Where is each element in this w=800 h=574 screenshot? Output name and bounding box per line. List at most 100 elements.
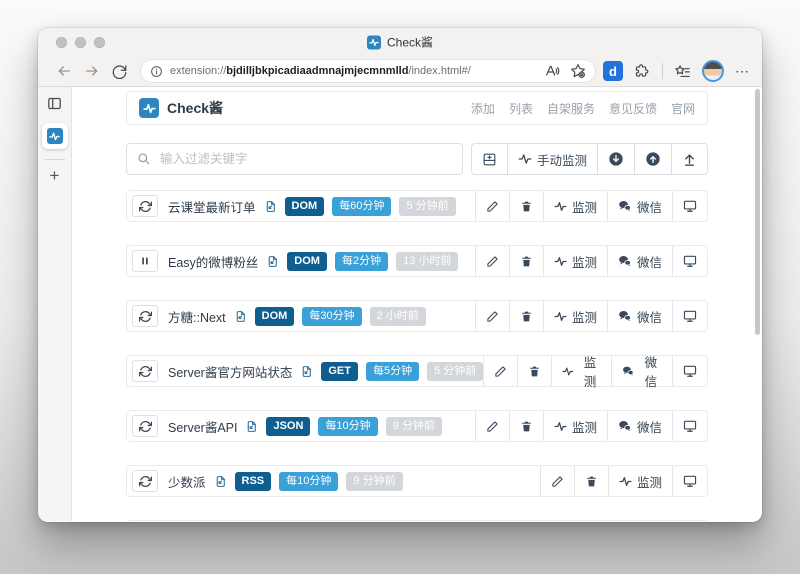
row-state-button[interactable]: [132, 415, 158, 437]
preview-button[interactable]: [672, 191, 707, 221]
d-extension-icon[interactable]: d: [603, 61, 623, 81]
checkjiang-favicon-icon: [46, 128, 63, 144]
delete-button[interactable]: [508, 246, 543, 276]
wechat-button[interactable]: 微信: [606, 411, 672, 441]
monitor-button[interactable]: 监测: [542, 246, 607, 276]
last-run-badge: 5 分钟前: [399, 196, 456, 216]
open-page-icon[interactable]: [266, 255, 279, 268]
close-button[interactable]: [56, 36, 67, 48]
monitor-screen-icon: [683, 475, 697, 487]
site-info-icon[interactable]: [150, 65, 163, 78]
forward-button[interactable]: [84, 63, 100, 79]
zoom-button[interactable]: [94, 36, 105, 48]
delete-button[interactable]: [517, 356, 551, 386]
nav-feedback-link[interactable]: 意见反馈: [609, 100, 657, 117]
preview-button[interactable]: [672, 466, 707, 496]
sync-icon: [138, 200, 152, 212]
preview-button[interactable]: [672, 301, 707, 331]
open-page-icon[interactable]: [245, 420, 258, 433]
monitor-label: 监测: [636, 475, 662, 490]
pulse-icon: [554, 421, 567, 431]
wechat-icon: [619, 421, 631, 432]
nav-website-link[interactable]: 官网: [671, 100, 695, 117]
vertical-tabs-toggle-icon[interactable]: [46, 95, 63, 112]
monitor-button[interactable]: 监测: [542, 411, 607, 441]
preview-button[interactable]: [672, 411, 707, 441]
wechat-icon: [623, 366, 634, 376]
minimize-button[interactable]: [75, 36, 86, 48]
read-aloud-icon[interactable]: [544, 63, 560, 79]
add-panel-button[interactable]: [470, 143, 508, 175]
monitor-screen-icon: [683, 310, 697, 322]
row-title: Easy的微博粉丝: [168, 255, 259, 270]
monitor-label: 监测: [571, 420, 597, 435]
pencil-icon: [487, 255, 498, 267]
nav-list-link[interactable]: 列表: [509, 100, 533, 117]
edit-button[interactable]: [474, 246, 509, 276]
delete-button[interactable]: [573, 466, 608, 496]
pulse-icon: [619, 476, 632, 486]
row-title: Server酱官方网站状态: [168, 365, 293, 380]
row-actions: 监测 微信: [474, 411, 707, 441]
row-state-button[interactable]: [132, 360, 158, 382]
preview-button[interactable]: [672, 356, 707, 386]
circle-up-icon: [646, 152, 660, 166]
row-state-button[interactable]: [132, 250, 158, 272]
favorites-star-icon[interactable]: [570, 63, 586, 79]
refresh-button[interactable]: [112, 64, 127, 79]
monitor-button[interactable]: 监测: [607, 466, 672, 496]
wechat-icon: [619, 311, 631, 322]
page-scrollbar[interactable]: [755, 89, 760, 335]
active-tab-favicon[interactable]: [41, 123, 68, 149]
row-actions: 监测 微信: [474, 301, 707, 331]
delete-button[interactable]: [508, 411, 543, 441]
trash-icon: [522, 311, 531, 321]
upload-config-button[interactable]: [634, 143, 672, 175]
nav-add-link[interactable]: 添加: [471, 100, 495, 117]
wechat-button[interactable]: 微信: [606, 191, 672, 221]
active-tab-title: Check酱: [366, 34, 433, 51]
edit-button[interactable]: [474, 301, 509, 331]
export-button[interactable]: [671, 143, 708, 175]
toolbar-extensions-area: d ⋯: [603, 60, 750, 82]
profile-avatar[interactable]: [702, 60, 724, 82]
last-run-badge: 9 分钟前: [346, 471, 403, 491]
row-actions: 监测 微信: [483, 356, 707, 389]
extensions-puzzle-icon[interactable]: [634, 63, 651, 80]
row-state-button[interactable]: [132, 195, 158, 217]
wechat-button[interactable]: 微信: [611, 356, 672, 389]
new-tab-button[interactable]: +: [50, 167, 60, 184]
wechat-button[interactable]: 微信: [606, 301, 672, 331]
filter-input[interactable]: [158, 151, 452, 167]
open-page-icon[interactable]: [234, 310, 247, 323]
row-state-button[interactable]: [132, 470, 158, 492]
monitor-screen-icon: [683, 255, 697, 267]
download-config-button[interactable]: [597, 143, 635, 175]
preview-button[interactable]: [672, 246, 707, 276]
open-page-icon[interactable]: [300, 365, 313, 378]
browser-menu-icon[interactable]: ⋯: [735, 63, 750, 80]
open-page-icon[interactable]: [214, 475, 227, 488]
edit-button[interactable]: [474, 411, 509, 441]
interval-badge: 每10分钟: [279, 471, 339, 491]
address-bar[interactable]: extension://bjdilljbkpicadiaadmnajmjecmn…: [141, 60, 595, 82]
edit-button[interactable]: [539, 466, 574, 496]
wechat-button[interactable]: 微信: [606, 246, 672, 276]
open-page-icon[interactable]: [264, 200, 277, 213]
delete-button[interactable]: [508, 191, 543, 221]
monitor-button[interactable]: 监测: [542, 191, 607, 221]
monitor-button[interactable]: 监测: [542, 301, 607, 331]
row-state-button[interactable]: [132, 305, 158, 327]
monitor-button[interactable]: 监测: [551, 356, 611, 389]
nav-selfhost-link[interactable]: 自架服务: [547, 100, 595, 117]
back-button[interactable]: [56, 63, 72, 79]
title-bar: Check酱: [38, 28, 762, 56]
manual-monitor-button[interactable]: 手动监测: [506, 143, 598, 175]
edit-button[interactable]: [474, 191, 509, 221]
interval-badge: 每5分钟: [365, 361, 420, 381]
edit-button[interactable]: [483, 356, 517, 386]
browser-content: + Check酱 添加 列表 自架服务 意见反馈 官网 输入过滤关键字 手动监测…: [38, 87, 762, 521]
delete-button[interactable]: [508, 301, 543, 331]
trash-icon: [530, 366, 540, 376]
favorites-hub-icon[interactable]: [674, 63, 691, 80]
